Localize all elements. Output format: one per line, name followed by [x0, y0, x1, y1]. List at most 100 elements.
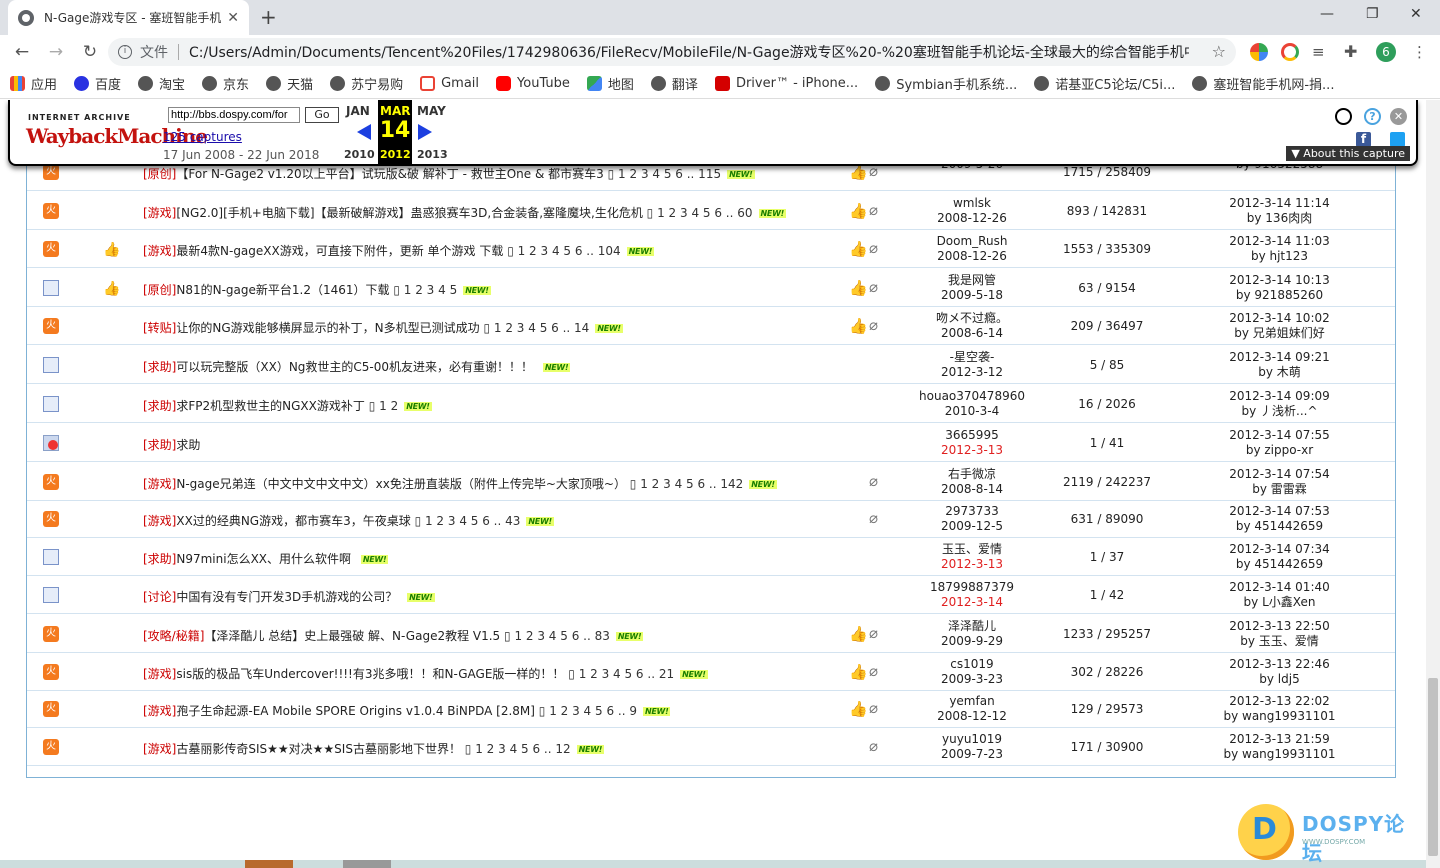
address-bar[interactable]: i 文件 C:/Users/Admin/Documents/Tencent%20… [108, 38, 1236, 66]
page-links[interactable]: ▯ 1 2 3 4 5 6 .. 9 [539, 704, 637, 718]
wayback-help-icon[interactable]: ? [1364, 108, 1381, 125]
thread-title[interactable]: [求助]可以玩完整版（XX）Ng救世主的C5-00机友进来，必有重谢！！！ NE… [143, 358, 571, 375]
thread-title[interactable]: [游戏]孢子生命起源-EA Mobile SPORE Origins v1.0.… [143, 702, 671, 719]
thread-title-text[interactable]: 最新4款N-gageXX游戏，可直接下附件，更新 单个游戏 下载 [176, 244, 503, 258]
bookmark-suning[interactable]: 苏宁易购 [330, 74, 403, 93]
wayback-next-month[interactable]: MAY [417, 104, 446, 118]
bookmark-driver[interactable]: Driver™ - iPhone... [714, 76, 858, 91]
last-post-time[interactable]: 2012-3-14 07:55 [1197, 428, 1362, 443]
forward-icon[interactable]: → [39, 42, 73, 62]
author-name[interactable]: 3665995 [897, 428, 1047, 443]
author-name[interactable]: 吻メ不过瘾。 [897, 311, 1047, 326]
bookmark-symbian[interactable]: Symbian手机系统... [875, 74, 1017, 93]
bookmark-apps[interactable]: 应用 [10, 74, 57, 93]
last-post-time[interactable]: 2012-3-14 09:09 [1197, 389, 1362, 404]
last-post-by[interactable]: by 玉玉、爱情 [1197, 634, 1362, 649]
thread-category[interactable]: [游戏] [143, 667, 176, 681]
thread-row[interactable]: 火 [游戏]孢子生命起源-EA Mobile SPORE Origins v1.0… [27, 690, 1395, 728]
thread-category[interactable]: [原创] [143, 283, 176, 297]
page-links[interactable]: ▯ 1 2 3 4 5 6 .. 14 [483, 321, 589, 335]
wayback-prev-arrow-icon[interactable] [357, 124, 371, 140]
thread-title-text[interactable]: 可以玩完整版（XX）Ng救世主的C5-00机友进来，必有重谢！！！ [176, 360, 533, 374]
page-links[interactable]: ▯ 1 2 3 4 5 6 .. 104 [507, 244, 620, 258]
page-links[interactable]: ▯ 1 2 [369, 399, 399, 413]
last-post-time[interactable]: 2012-3-14 09:21 [1197, 350, 1362, 365]
page-links[interactable]: ▯ 1 2 3 4 5 6 .. 115 [608, 167, 721, 181]
thread-title-text[interactable]: 古墓丽影传奇SIS★★对决★★SIS古墓丽影地下世界！ [176, 742, 461, 756]
last-post-by[interactable]: by wang19931101 [1197, 709, 1362, 724]
thread-row[interactable]: 火 [游戏]sis版的极品飞车Undercover!!!!有3兆多哦！！和N-GA… [27, 653, 1395, 691]
minimize-icon[interactable]: — [1320, 6, 1334, 22]
last-post-time[interactable]: 2012-3-14 07:53 [1197, 504, 1362, 519]
close-tab-icon[interactable]: ✕ [227, 10, 239, 26]
author-name[interactable]: cs1019 [897, 657, 1047, 672]
last-post-by[interactable]: by 兄弟姐妹们好 [1197, 326, 1362, 341]
last-post-time[interactable]: 2012-3-13 22:02 [1197, 694, 1362, 709]
info-icon[interactable]: i [118, 45, 132, 59]
thread-title-text[interactable]: 孢子生命起源-EA Mobile SPORE Origins v1.0.4 Bi… [176, 704, 535, 718]
close-window-icon[interactable]: ✕ [1410, 6, 1422, 22]
last-post-by[interactable]: by L小鑫Xen [1197, 595, 1362, 610]
wayback-next-year[interactable]: 2013 [417, 148, 448, 161]
thread-title[interactable]: [求助]N97mini怎么XX、用什么软件啊 NEW! [143, 550, 389, 567]
thread-category[interactable]: [求助] [143, 399, 176, 413]
last-post-time[interactable]: 2012-3-14 07:54 [1197, 467, 1362, 482]
thread-title-text[interactable]: XX过的经典NG游戏，都市赛车3，午夜桌球 [176, 514, 410, 528]
wayback-about-capture[interactable]: ▼ About this capture [1286, 146, 1410, 161]
last-post-by[interactable]: by 451442659 [1197, 557, 1362, 572]
profile-avatar[interactable]: 6 [1376, 42, 1396, 62]
last-post-by[interactable]: by 136肉肉 [1197, 211, 1362, 226]
bookmark-maps[interactable]: 地图 [586, 74, 634, 93]
author-name[interactable]: 2973733 [897, 504, 1047, 519]
new-tab-button[interactable]: + [260, 5, 277, 29]
page-links[interactable]: ▯ 1 2 3 4 5 6 .. 12 [465, 742, 571, 756]
author-name[interactable]: Doom_Rush [897, 234, 1047, 249]
last-post-time[interactable]: 2012-3-14 01:40 [1197, 580, 1362, 595]
thread-title[interactable]: [游戏]sis版的极品飞车Undercover!!!!有3兆多哦！！和N-GAG… [143, 665, 708, 682]
author-name[interactable]: 泽泽酷儿 [897, 619, 1047, 634]
bookmark-youtube[interactable]: YouTube [496, 76, 570, 91]
last-post-by[interactable]: by wang19931101 [1197, 747, 1362, 762]
menu-icon[interactable]: ⋮ [1412, 43, 1430, 61]
page-scrollbar[interactable] [1426, 100, 1440, 868]
thread-row[interactable]: 👍 [原创]N81的N-gage新平台1.2（1461）下载 ▯ 1 2 3 4 … [27, 269, 1395, 307]
facebook-icon[interactable]: f [1356, 132, 1371, 147]
thread-category[interactable]: [游戏] [143, 244, 176, 258]
last-post-by[interactable]: by 丿浅析...^ [1197, 404, 1362, 419]
last-post-time[interactable]: 2012-3-14 11:03 [1197, 234, 1362, 249]
last-post-by[interactable]: by 451442659 [1197, 519, 1362, 534]
thread-title[interactable]: [求助]求FP2机型救世主的NGXX游戏补丁 ▯ 1 2 NEW! [143, 397, 432, 414]
page-links[interactable]: ▯ 1 2 3 4 5 [393, 283, 457, 297]
last-post-by[interactable]: by 雷雷霖 [1197, 482, 1362, 497]
thread-category[interactable]: [游戏] [143, 704, 176, 718]
thread-row[interactable]: [求助]求助 3665995 2012-3-13 1 / 41 2012-3-14 0… [27, 424, 1395, 462]
thread-row[interactable]: 火 [转贴]让你的NG游戏能够横屏显示的补丁，N多机型已测试成功 ▯ 1 2 3 … [27, 307, 1395, 345]
thread-title[interactable]: [原创]【For N-Gage2 v1.20以上平台】试玩版&破 解补丁 - 救… [143, 165, 755, 182]
thread-title[interactable]: [攻略/秘籍]【泽泽酷儿 总结】史上最强破 解、N-Gage2教程 V1.5 ▯… [143, 627, 644, 644]
wayback-captures-link[interactable]: 125 captures [163, 130, 242, 144]
page-links[interactable]: ▯ 1 2 3 4 5 6 .. 83 [504, 629, 610, 643]
wayback-next-arrow-icon[interactable] [418, 124, 432, 140]
bookmark-nokia-c5[interactable]: 诺基亚C5论坛/C5i... [1034, 74, 1175, 93]
thread-category[interactable]: [求助] [143, 438, 176, 452]
thread-category[interactable]: [求助] [143, 360, 176, 374]
thread-category[interactable]: [游戏] [143, 206, 176, 220]
extension-globe-icon[interactable] [1250, 43, 1268, 61]
dospy-float-logo[interactable]: D DOSPY论坛 WWW.DOSPY.COM [1238, 800, 1426, 868]
thread-row[interactable]: [求助]求FP2机型救世主的NGXX游戏补丁 ▯ 1 2 NEW! houao370… [27, 385, 1395, 423]
page-links[interactable]: ▯ 1 2 3 4 5 6 .. 142 [630, 477, 743, 491]
thread-row[interactable]: 火 [攻略/秘籍]【泽泽酷儿 总结】史上最强破 解、N-Gage2教程 V1.5 … [27, 615, 1395, 653]
last-post-time[interactable]: 2012-3-13 22:50 [1197, 619, 1362, 634]
last-post-by[interactable]: by ldj5 [1197, 672, 1362, 687]
bookmark-tmall[interactable]: 天猫 [266, 74, 313, 93]
thread-row[interactable]: 火 👍 [游戏]最新4款N-gageXX游戏，可直接下附件，更新 单个游戏 下载 ▯… [27, 230, 1395, 268]
last-post-by[interactable]: by 木萌 [1197, 365, 1362, 380]
bookmark-symbian-donate[interactable]: 塞班智能手机网-捐... [1192, 74, 1334, 93]
last-post-by[interactable]: by zippo-xr [1197, 443, 1362, 458]
last-post-time[interactable]: 2012-3-13 22:46 [1197, 657, 1362, 672]
last-post-time[interactable]: 2012-3-14 11:14 [1197, 196, 1362, 211]
thread-title-text[interactable]: 求助 [176, 438, 200, 452]
last-post-time[interactable]: 2012-3-14 10:13 [1197, 273, 1362, 288]
author-name[interactable]: yuyu1019 [897, 732, 1047, 747]
page-links[interactable]: ▯ 1 2 3 4 5 6 .. 21 [568, 667, 674, 681]
